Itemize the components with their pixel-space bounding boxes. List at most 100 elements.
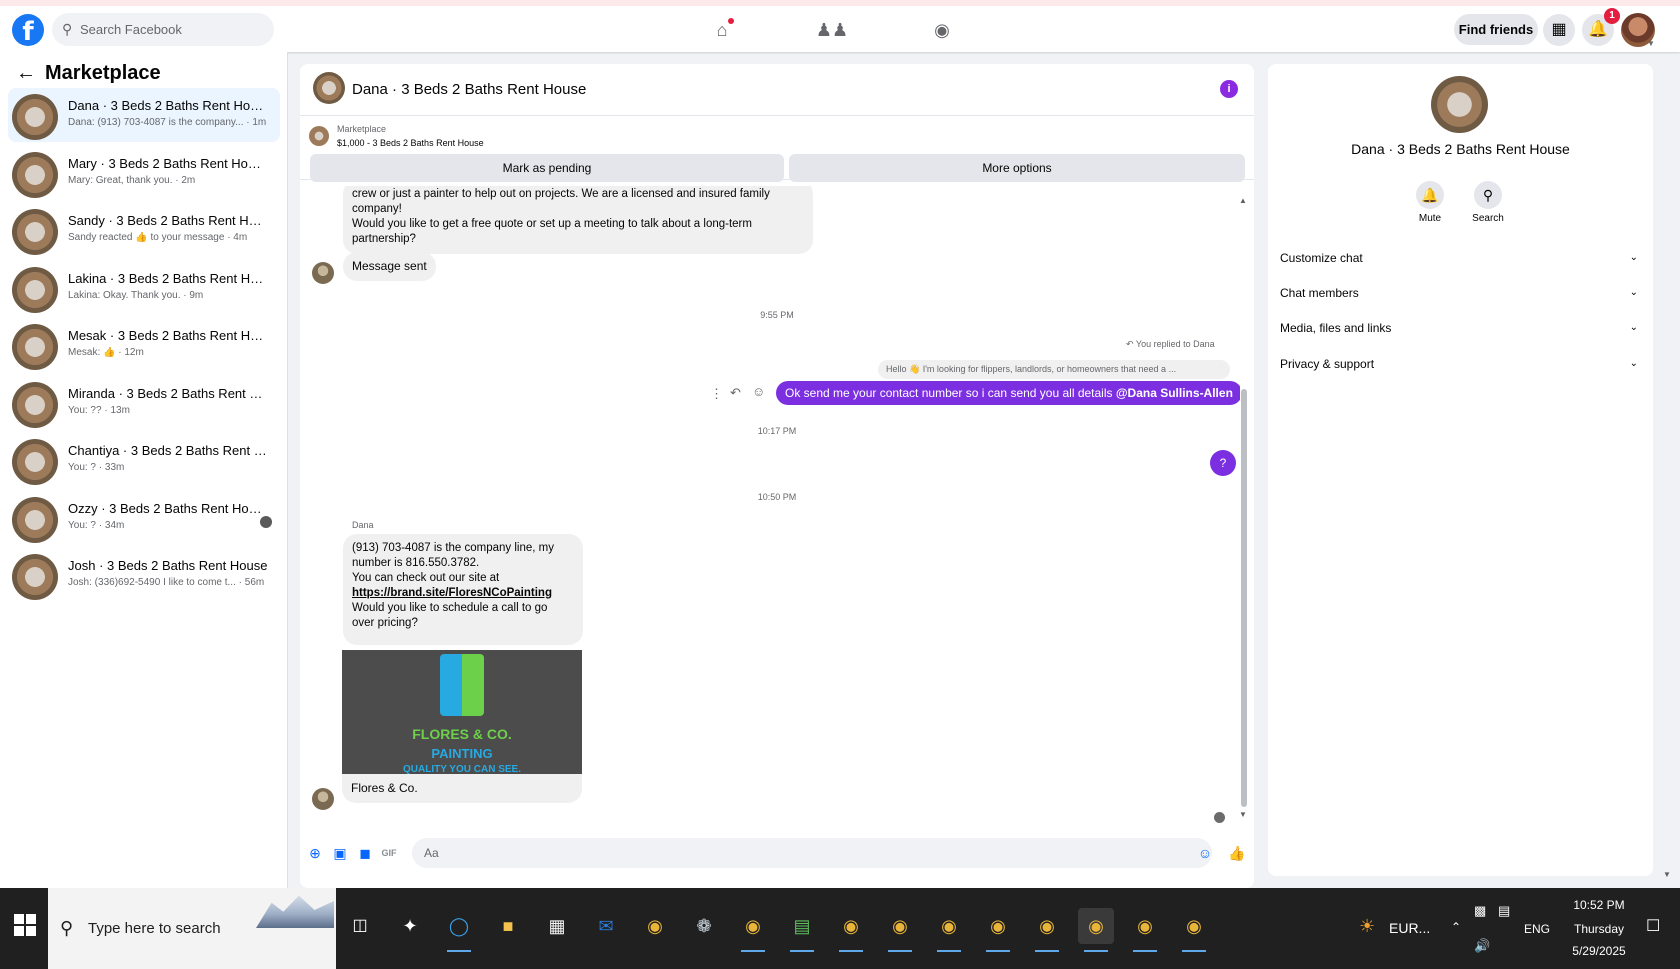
conversation-item[interactable]: Lakina · 3 Beds 2 Baths Rent House Lakina… (8, 261, 280, 315)
message-bubble[interactable]: crew or just a painter to help out on pr… (343, 186, 813, 254)
scroll-down-arrow-icon[interactable]: ▼ (1239, 810, 1247, 819)
chrome-window-icon[interactable]: ◉ (1029, 908, 1065, 952)
info-icon[interactable]: i (1220, 80, 1238, 98)
mute-bell-icon[interactable]: 🔔 (1416, 181, 1444, 209)
network-icon[interactable]: ▤ (1498, 903, 1510, 919)
chat-avatar[interactable] (313, 72, 345, 104)
clock-date[interactable]: 5/29/2025 (1566, 944, 1632, 958)
privacy-support-row[interactable]: Privacy & support ⌄ (1280, 347, 1642, 381)
weather-icon[interactable]: ☀ (1359, 916, 1375, 937)
home-icon[interactable]: ⌂ (702, 14, 742, 46)
gif-icon[interactable]: GIF (380, 844, 398, 862)
sender-avatar[interactable] (312, 262, 334, 284)
chrome-window-icon[interactable]: ◉ (833, 908, 869, 952)
volume-icon[interactable]: 🔊 (1474, 938, 1490, 954)
taskbar-search-input[interactable]: ⚲ Type here to search (48, 888, 336, 969)
plus-circle-icon[interactable]: ⊕ (306, 844, 324, 862)
conversation-preview: Lakina: Okay. Thank you. · 9m (68, 289, 204, 301)
copilot-icon[interactable]: ✦ (392, 908, 428, 944)
reply-arrow-icon[interactable]: ↶ (730, 385, 741, 401)
chrome-window-icon[interactable]: ◉ (980, 908, 1016, 952)
back-arrow-icon[interactable]: ← (16, 62, 36, 85)
chevron-up-icon[interactable]: ⌃ (1451, 920, 1461, 934)
emoji-icon[interactable]: ☺ (1196, 844, 1214, 862)
paint-icon[interactable]: ❁ (686, 908, 722, 944)
conversation-avatar (12, 439, 58, 485)
search-icon[interactable]: ⚲ (1474, 181, 1502, 209)
more-options-button[interactable]: More options (789, 154, 1245, 182)
media-files-links-row[interactable]: Media, files and links ⌄ (1280, 311, 1642, 345)
page-scroll-down-icon[interactable]: ▼ (1663, 870, 1671, 879)
conversation-item[interactable]: Ozzy · 3 Beds 2 Baths Rent House You: ? ·… (8, 491, 280, 545)
chrome-profile-icon[interactable]: ◉ (735, 908, 771, 952)
windows-start-icon[interactable] (14, 914, 36, 936)
chevron-down-icon[interactable]: ▼ (1647, 39, 1655, 48)
chrome-icon[interactable]: ◉ (637, 908, 673, 944)
message-line: number is 816.550.3782. (352, 557, 480, 569)
chrome-window-icon[interactable]: ◉ (882, 908, 918, 952)
outlook-icon[interactable]: ✉ (588, 908, 624, 944)
find-friends-button[interactable]: Find friends (1454, 14, 1538, 45)
conversation-item[interactable]: Mary · 3 Beds 2 Baths Rent House Mary: Gr… (8, 146, 280, 200)
mention-link[interactable]: @Dana Sullins-Allen (1116, 386, 1233, 400)
customize-chat-row[interactable]: Customize chat ⌄ (1280, 241, 1642, 275)
message-line: Would you like to get a free quote or se… (352, 218, 752, 230)
mark-pending-button[interactable]: Mark as pending (310, 154, 784, 182)
conversation-item[interactable]: Josh · 3 Beds 2 Baths Rent House Josh: (3… (8, 548, 280, 602)
microsoft-store-icon[interactable]: ▦ (539, 908, 575, 944)
logo-caption[interactable]: Flores & Co. (342, 774, 582, 803)
file-explorer-icon[interactable]: ■ (490, 908, 526, 944)
more-actions-icon[interactable]: ⋮ (710, 386, 723, 402)
spreadsheet-icon[interactable]: ▤ (784, 908, 820, 952)
sender-name: Dana (352, 520, 374, 530)
conversation-item[interactable]: Chantiya · 3 Beds 2 Baths Rent Ho... You:… (8, 433, 280, 487)
chat-title[interactable]: Dana · 3 Beds 2 Baths Rent House (352, 81, 586, 98)
photo-icon[interactable]: ▣ (331, 844, 349, 862)
facebook-logo-icon[interactable]: f (12, 14, 44, 47)
language-indicator[interactable]: ENG (1524, 922, 1550, 936)
conversation-item[interactable]: Mesak · 3 Beds 2 Baths Rent House Mesak: … (8, 318, 280, 372)
sticker-icon[interactable]: ◼ (356, 844, 374, 862)
clock-day[interactable]: Thursday (1566, 922, 1632, 936)
like-thumb-icon[interactable]: 👍 (1228, 844, 1246, 862)
details-avatar[interactable] (1431, 76, 1488, 133)
sent-message-bubble[interactable]: Ok send me your contact number so i can … (776, 381, 1240, 405)
reply-preview[interactable]: Hello 👋 I'm looking for flippers, landlo… (878, 360, 1230, 379)
weather-text[interactable]: EUR... (1389, 920, 1430, 936)
conversation-item[interactable]: Dana · 3 Beds 2 Baths Rent House Dana: (9… (8, 88, 280, 142)
conversation-avatar (12, 94, 58, 140)
edge-browser-icon[interactable]: ◯ (441, 908, 477, 952)
groups-icon[interactable]: ◉ (922, 14, 962, 46)
search-input[interactable]: ⚲ Search Facebook (52, 13, 274, 46)
listing-thumbnail[interactable] (309, 126, 329, 146)
reply-bubble[interactable]: (913) 703-4087 is the company line, my n… (343, 534, 583, 645)
conversation-item[interactable]: Sandy · 3 Beds 2 Baths Rent House Sandy r… (8, 203, 280, 257)
apps-grid-icon[interactable]: ▦ (1543, 14, 1575, 46)
sender-avatar[interactable] (312, 788, 334, 810)
friends-icon[interactable]: ♟♟ (812, 14, 852, 46)
react-smiley-icon[interactable]: ☺ (752, 384, 765, 399)
scrollbar-thumb[interactable] (1241, 389, 1247, 807)
chat-members-row[interactable]: Chat members ⌄ (1280, 276, 1642, 310)
conversation-item[interactable]: Miranda · 3 Beds 2 Baths Rent Hou... You:… (8, 376, 280, 430)
conversation-title: Dana · 3 Beds 2 Baths Rent House (68, 98, 268, 113)
bell-icon[interactable]: 🔔 1 (1582, 8, 1620, 46)
conversation-avatar (12, 496, 58, 543)
conversation-title: Chantiya · 3 Beds 2 Baths Rent Ho... (68, 443, 268, 458)
question-bubble[interactable]: ? (1210, 450, 1236, 476)
clock-time[interactable]: 10:52 PM (1566, 898, 1632, 912)
details-title: Dana · 3 Beds 2 Baths Rent House (1351, 141, 1570, 157)
chrome-window-icon[interactable]: ◉ (931, 908, 967, 952)
flores-logo-image[interactable]: FLORES & CO. PAINTING QUALITY YOU CAN SE… (342, 650, 582, 774)
listing-price-title[interactable]: $1,000 - 3 Beds 2 Baths Rent House (337, 138, 484, 148)
message-input[interactable]: Aa (412, 838, 1212, 868)
website-link[interactable]: https://brand.site/FloresNCoPainting (352, 586, 574, 601)
chrome-window-active-icon[interactable]: ◉ (1078, 908, 1114, 952)
notification-center-icon[interactable]: ☐ (1646, 916, 1660, 936)
meet-now-icon[interactable]: ▩ (1474, 903, 1486, 919)
message-sent-bubble[interactable]: Message sent (343, 252, 436, 281)
chrome-window-icon[interactable]: ◉ (1176, 908, 1212, 952)
chrome-window-icon[interactable]: ◉ (1127, 908, 1163, 952)
scroll-up-arrow-icon[interactable]: ▲ (1239, 196, 1247, 205)
task-view-icon[interactable]: ◫ (342, 908, 378, 944)
